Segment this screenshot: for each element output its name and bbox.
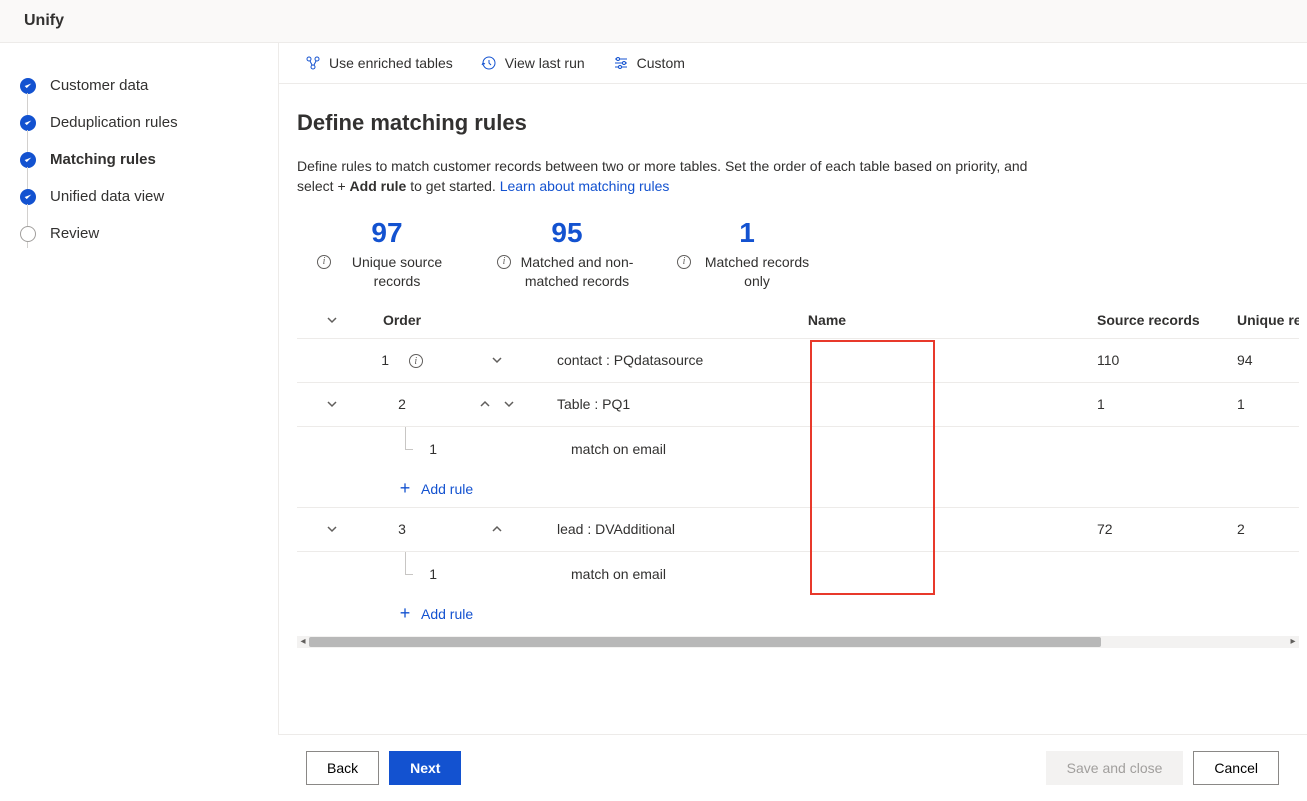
chevron-down-icon[interactable] (489, 352, 505, 368)
col-order[interactable]: Order (367, 312, 437, 328)
add-rule-button[interactable]: + Add rule (297, 596, 1299, 632)
info-icon[interactable]: i (317, 255, 331, 269)
rule-row[interactable]: 1 match on email 0% (297, 552, 1299, 596)
panel-title: Define matching rules (297, 110, 1299, 136)
step-label: Customer data (50, 77, 148, 94)
chevron-up-icon[interactable] (477, 396, 493, 412)
plus-icon: + (397, 481, 413, 497)
chevron-down-icon[interactable] (501, 396, 517, 412)
col-name[interactable]: Name (557, 312, 1097, 328)
scroll-thumb[interactable] (309, 637, 1101, 647)
page-title: Unify (24, 12, 64, 29)
check-icon (20, 78, 36, 94)
next-button[interactable]: Next (389, 751, 461, 785)
custom-button[interactable]: Custom (613, 55, 685, 71)
step-label: Review (50, 225, 99, 242)
tables-icon (305, 55, 321, 71)
table-header: Order Name Source records Unique records… (297, 302, 1299, 339)
stat-unique-source: 97 iUnique source records (317, 217, 457, 292)
horizontal-scrollbar[interactable]: ◂ ▸ (297, 636, 1299, 648)
col-source[interactable]: Source records (1097, 312, 1237, 328)
chevron-down-icon[interactable] (324, 521, 340, 537)
step-customer-data[interactable]: Customer data (20, 67, 278, 104)
step-matching-rules[interactable]: Matching rules (20, 141, 278, 178)
table-row[interactable]: 3 lead : DVAdditional 72 2 0% matche (297, 508, 1299, 552)
stat-matched-nonmatched: 95 iMatched and non-matched records (497, 217, 637, 292)
toolbar: Use enriched tables View last run Custom (279, 43, 1307, 84)
chevron-up-icon[interactable] (489, 521, 505, 537)
save-close-button: Save and close (1046, 751, 1184, 785)
step-unified-data[interactable]: Unified data view (20, 178, 278, 215)
chevron-down-icon[interactable] (324, 396, 340, 412)
info-icon[interactable]: i (677, 255, 691, 269)
use-enriched-button[interactable]: Use enriched tables (305, 55, 453, 71)
scroll-right-icon[interactable]: ▸ (1287, 636, 1299, 648)
stat-matched-only: 1 iMatched records only (677, 217, 817, 292)
sliders-icon (613, 55, 629, 71)
step-review[interactable]: Review (20, 215, 278, 252)
view-last-run-button[interactable]: View last run (481, 55, 585, 71)
page-header: Unify (0, 0, 1307, 43)
info-icon[interactable]: i (409, 354, 423, 368)
panel-description: Define rules to match customer records b… (297, 156, 1037, 197)
step-label: Unified data view (50, 188, 164, 205)
step-label: Matching rules (50, 151, 156, 168)
history-icon (481, 55, 497, 71)
chevron-down-icon[interactable] (324, 312, 340, 328)
back-button[interactable]: Back (306, 751, 379, 785)
check-icon (20, 152, 36, 168)
table-row[interactable]: 1 i contact : PQdatasource 110 94 (297, 339, 1299, 383)
circle-icon (20, 226, 36, 242)
cancel-button[interactable]: Cancel (1193, 751, 1279, 785)
step-label: Deduplication rules (50, 114, 178, 131)
step-dedup-rules[interactable]: Deduplication rules (20, 104, 278, 141)
check-icon (20, 115, 36, 131)
table-row[interactable]: 2 Table : PQ1 1 1 100.0% mat (297, 383, 1299, 427)
rules-table: Order Name Source records Unique records… (297, 302, 1299, 632)
add-rule-button[interactable]: + Add rule (297, 471, 1299, 508)
check-icon (20, 189, 36, 205)
learn-link[interactable]: Learn about matching rules (500, 178, 670, 194)
scroll-left-icon[interactable]: ◂ (297, 636, 309, 648)
col-unique[interactable]: Unique records (1237, 312, 1299, 328)
wizard-sidebar: Customer data Deduplication rules Matchi… (0, 43, 278, 754)
footer-bar: Back Next Save and close Cancel (278, 734, 1307, 801)
info-icon[interactable]: i (497, 255, 511, 269)
rule-row[interactable]: 1 match on email 100.0% (297, 427, 1299, 471)
stats-row: 97 iUnique source records 95 iMatched an… (297, 217, 1299, 292)
plus-icon: + (397, 606, 413, 622)
